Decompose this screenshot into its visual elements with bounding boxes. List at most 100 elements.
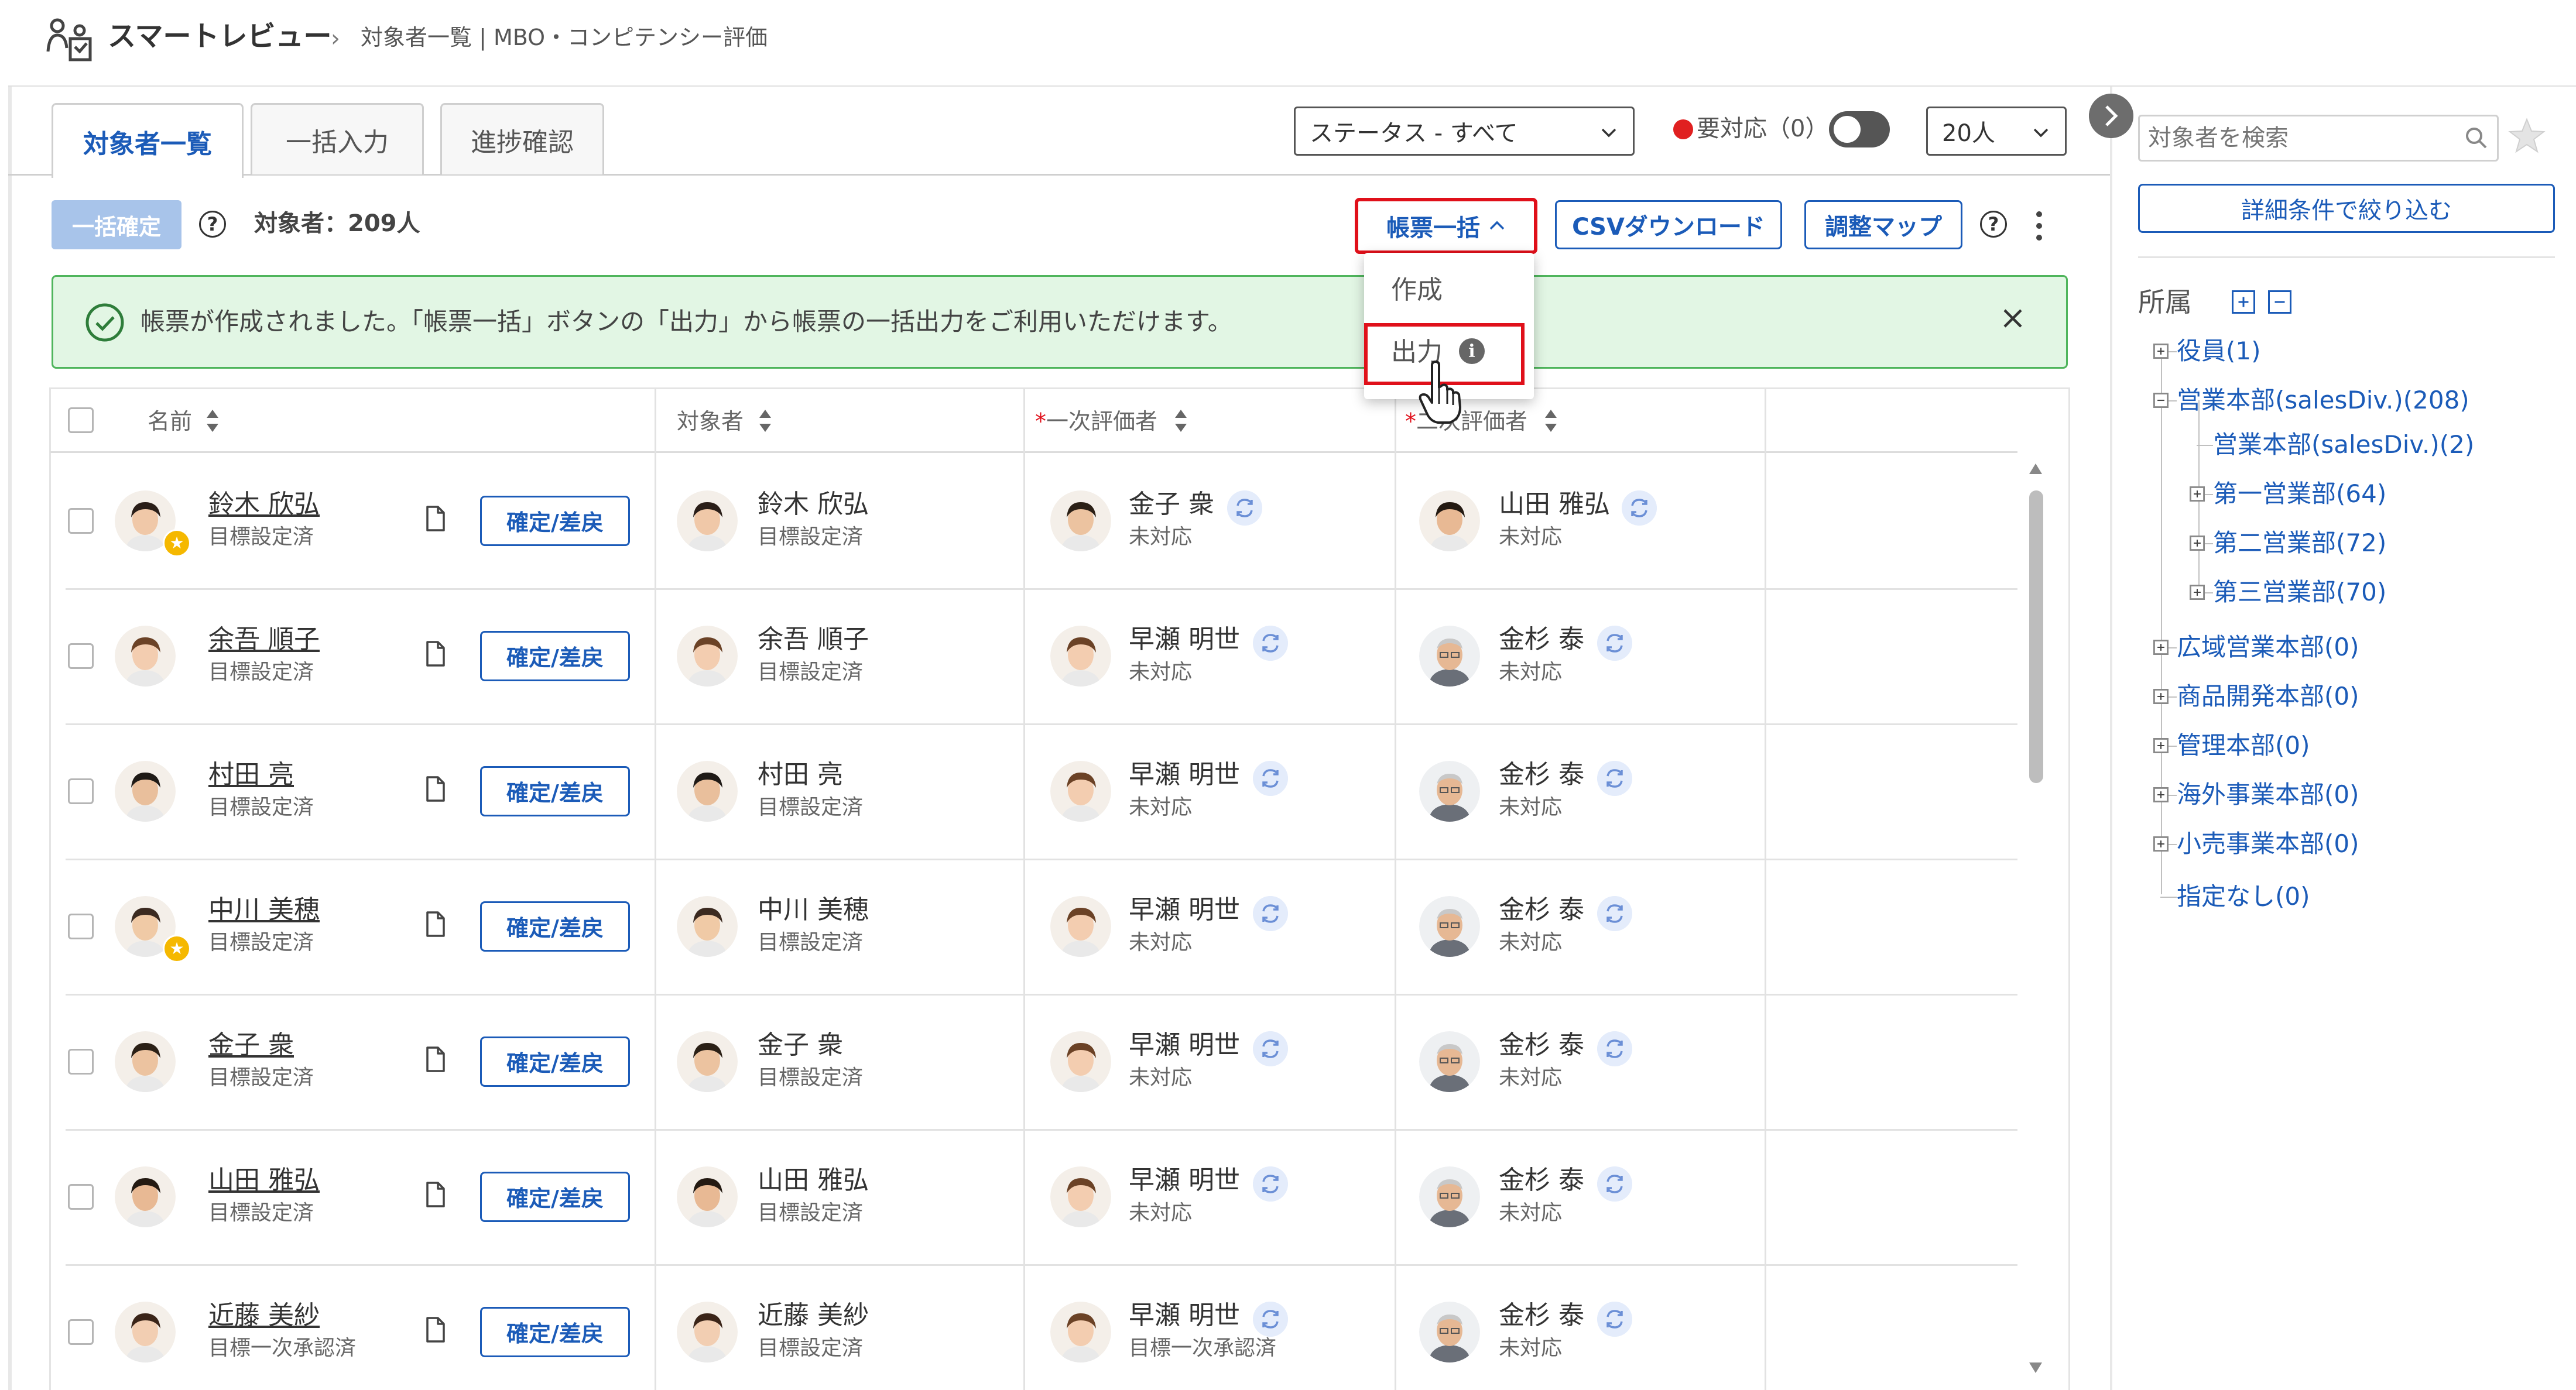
select-all-checkbox[interactable] [68,407,94,433]
confirm-return-button[interactable]: 確定/差戻 [480,630,630,681]
change-evaluator-icon[interactable] [1622,490,1657,526]
change-evaluator-icon[interactable] [1597,625,1632,661]
scrollbar-thumb[interactable] [2029,490,2043,783]
confirm-return-button[interactable]: 確定/差戻 [480,495,630,546]
tree-expand-icon[interactable] [2190,536,2205,551]
tab-subject-list[interactable]: 対象者一覧 [52,103,244,178]
change-evaluator-icon[interactable] [1227,490,1262,526]
panel-toggle-button[interactable] [2089,94,2133,138]
help-icon[interactable]: ? [1980,211,2007,238]
column-first-evaluator-header[interactable]: *一次評価者 [1035,404,1157,439]
tree-expand-icon[interactable] [2153,836,2169,852]
search-icon[interactable] [2462,124,2491,152]
row-checkbox[interactable] [68,913,94,939]
subject-name-link[interactable]: 山田 雅弘 [208,1163,320,1198]
report-bulk-button[interactable]: 帳票一括 [1355,198,1537,254]
subject-name-link[interactable]: 中川 美穂 [208,893,320,928]
tree-item[interactable]: 第一営業部(64) [2213,476,2386,512]
document-icon[interactable] [424,775,447,803]
row-checkbox[interactable] [68,1183,94,1210]
tree-item[interactable]: 小売事業本部(0) [2177,826,2359,862]
bulk-confirm-button[interactable]: 一括確定 [52,200,181,249]
sort-icon[interactable] [758,406,773,435]
confirm-return-button[interactable]: 確定/差戻 [480,1171,630,1222]
subject-name-link[interactable]: 余吾 順子 [208,622,320,657]
check-circle-icon [85,303,124,342]
change-evaluator-icon[interactable] [1253,895,1288,931]
change-evaluator-icon[interactable] [1597,1166,1632,1202]
document-icon[interactable] [424,504,447,533]
tree-item[interactable]: 営業本部(salesDiv.)(208) [2177,383,2469,418]
tree-collapse-icon[interactable] [2153,393,2169,408]
sort-icon[interactable] [1173,406,1188,435]
tree-item[interactable]: 営業本部(salesDiv.)(2) [2213,427,2474,462]
tree-item[interactable]: 第三営業部(70) [2213,575,2386,610]
row-checkbox[interactable] [68,507,94,534]
row-checkbox[interactable] [68,1319,94,1345]
status-select[interactable]: ステータス - すべて [1294,107,1635,156]
change-evaluator-icon[interactable] [1597,760,1632,796]
row-checkbox[interactable] [68,1048,94,1075]
change-evaluator-icon[interactable] [1253,760,1288,796]
scroll-down-icon[interactable] [2028,1361,2043,1374]
per-page-select[interactable]: 20人 [1926,107,2067,156]
change-evaluator-icon[interactable] [1597,1031,1632,1066]
tree-expand-icon[interactable] [2190,486,2205,502]
tab-progress[interactable]: 進捗確認 [440,103,604,174]
subject-name-link[interactable]: 鈴木 欣弘 [208,487,320,522]
csv-download-button[interactable]: CSVダウンロード [1555,200,1782,249]
scroll-up-icon[interactable] [2028,462,2043,475]
subject-name-link[interactable]: 村田 亮 [208,757,294,792]
column-subject-header[interactable]: 対象者 [677,404,744,439]
tree-expand-icon[interactable] [2153,738,2169,753]
change-evaluator-icon[interactable] [1597,1301,1632,1337]
more-vertical-icon[interactable] [2033,208,2046,243]
subject-name-link[interactable]: 近藤 美紗 [208,1298,320,1333]
subject-name-link[interactable]: 金子 衆 [208,1028,294,1063]
tree-item[interactable]: 商品開発本部(0) [2177,679,2359,714]
confirm-return-button[interactable]: 確定/差戻 [480,901,630,952]
tree-expand-icon[interactable] [2153,640,2169,655]
collapse-all-icon[interactable] [2268,290,2291,314]
confirm-return-button[interactable]: 確定/差戻 [480,1036,630,1087]
help-icon[interactable]: ? [199,211,226,238]
menu-item-create[interactable]: 作成 [1391,272,1443,309]
change-evaluator-icon[interactable] [1253,1166,1288,1202]
change-evaluator-icon[interactable] [1597,895,1632,931]
subject-search-input[interactable] [2138,115,2499,162]
tree-expand-icon[interactable] [2190,585,2205,600]
app-title[interactable]: スマートレビュー [108,18,332,55]
adjust-map-button[interactable]: 調整マップ [1804,200,1962,249]
tab-bulk-input[interactable]: 一括入力 [251,103,424,174]
change-evaluator-icon[interactable] [1253,625,1288,661]
document-icon[interactable] [424,1180,447,1209]
favorite-star-icon[interactable] [2508,117,2546,155]
sort-icon[interactable] [205,406,220,435]
expand-all-icon[interactable] [2232,290,2255,314]
advanced-filter-button[interactable]: 詳細条件で絞り込む [2138,184,2555,233]
column-name-header[interactable]: 名前 [148,404,192,439]
document-icon[interactable] [424,1045,447,1073]
target-name: 鈴木 欣弘 [758,489,869,519]
row-checkbox[interactable] [68,778,94,804]
document-icon[interactable] [424,640,447,668]
confirm-return-button[interactable]: 確定/差戻 [480,766,630,816]
close-icon[interactable] [1995,301,2030,336]
tree-expand-icon[interactable] [2153,344,2169,359]
tree-item[interactable]: 指定なし(0) [2177,879,2310,914]
confirm-return-button[interactable]: 確定/差戻 [480,1306,630,1357]
document-icon[interactable] [424,1316,447,1344]
change-evaluator-icon[interactable] [1253,1031,1288,1066]
sort-icon[interactable] [1543,406,1558,435]
tree-item[interactable]: 管理本部(0) [2177,728,2310,763]
second-evaluator-name: 金杉 泰 [1499,1165,1584,1195]
tree-item[interactable]: 第二営業部(72) [2213,526,2386,561]
tree-item[interactable]: 海外事業本部(0) [2177,777,2359,812]
row-checkbox[interactable] [68,643,94,669]
document-icon[interactable] [424,910,447,938]
tree-item[interactable]: 役員(1) [2177,334,2261,369]
tree-item[interactable]: 広域営業本部(0) [2177,630,2359,665]
tree-expand-icon[interactable] [2153,689,2169,704]
change-evaluator-icon[interactable] [1253,1301,1288,1337]
tree-expand-icon[interactable] [2153,787,2169,802]
